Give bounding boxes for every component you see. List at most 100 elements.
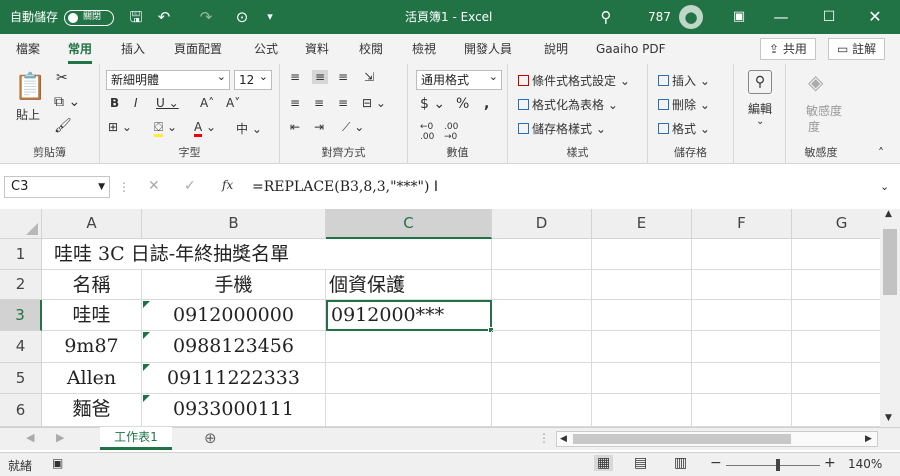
autosave-toggle[interactable]: 關閉 bbox=[64, 10, 114, 26]
number-format-select[interactable]: 通用格式 bbox=[416, 68, 502, 90]
row-header[interactable]: 3 bbox=[0, 300, 42, 331]
collapse-ribbon-icon[interactable]: ˄ bbox=[878, 146, 884, 160]
error-indicator-icon[interactable] bbox=[143, 301, 150, 308]
error-indicator-icon[interactable] bbox=[143, 395, 150, 402]
share-button[interactable]: ⇪ 共用 bbox=[760, 38, 816, 60]
paste-label[interactable]: 貼上 bbox=[16, 106, 40, 123]
cell-c2[interactable]: 個資保護 bbox=[326, 270, 492, 300]
tab-gaaiho-pdf[interactable]: Gaaiho PDF bbox=[596, 34, 665, 64]
tab-file[interactable]: 檔案 bbox=[16, 34, 40, 64]
cell-d4[interactable] bbox=[492, 331, 592, 363]
comments-button[interactable]: ▭ 註解 bbox=[828, 38, 886, 60]
conditional-formatting-button[interactable]: 條件式格式設定 ⌄ bbox=[518, 72, 630, 89]
copy-icon[interactable]: ⧉ ⌄ bbox=[54, 94, 80, 110]
cell-g2[interactable] bbox=[792, 270, 880, 300]
wrap-text-icon[interactable]: ⇲ bbox=[364, 70, 374, 84]
row-header[interactable]: 6 bbox=[0, 394, 42, 427]
add-sheet-icon[interactable]: ⊕ bbox=[204, 429, 217, 447]
column-header-b[interactable]: B bbox=[142, 209, 326, 239]
borders-icon[interactable]: ⊞ ⌄ bbox=[108, 120, 132, 134]
increase-font-button[interactable]: A˄ bbox=[200, 96, 214, 110]
formula-bar-drag-handle[interactable]: ⋮ bbox=[118, 180, 130, 194]
cell-c1[interactable] bbox=[326, 239, 492, 270]
cell-d2[interactable] bbox=[492, 270, 592, 300]
column-header-g[interactable]: G bbox=[792, 209, 880, 239]
editing-label[interactable]: 編輯 bbox=[748, 100, 772, 117]
formula-input[interactable]: =REPLACE(B3,8,3,"***") Ι bbox=[246, 176, 896, 198]
undo-icon[interactable]: ↶ bbox=[152, 0, 176, 34]
zoom-out-icon[interactable]: − bbox=[710, 455, 722, 471]
cell-e6[interactable] bbox=[592, 394, 692, 427]
merge-center-icon[interactable]: ⊟ ⌄ bbox=[362, 96, 386, 110]
sheet-tab-1[interactable]: 工作表1 bbox=[100, 427, 172, 450]
italic-button[interactable]: I bbox=[134, 96, 138, 110]
ribbon-display-icon[interactable]: ▣ bbox=[728, 0, 750, 34]
cell-d1[interactable] bbox=[492, 239, 592, 270]
cell-f4[interactable] bbox=[692, 331, 792, 363]
tab-formulas[interactable]: 公式 bbox=[254, 34, 278, 64]
cell-a1[interactable]: 哇哇 3C 日誌-年終抽獎名單 bbox=[42, 239, 289, 270]
decrease-font-button[interactable]: A˅ bbox=[226, 96, 240, 110]
align-left-icon[interactable]: ≡ bbox=[290, 96, 300, 110]
scroll-left-icon[interactable]: ◀ bbox=[560, 432, 567, 446]
align-middle-icon[interactable]: ≡ bbox=[312, 70, 329, 84]
column-header-e[interactable]: E bbox=[592, 209, 692, 239]
cell-e3[interactable] bbox=[592, 300, 692, 331]
cell-g5[interactable] bbox=[792, 363, 880, 394]
increase-decimal-icon[interactable]: ←0.00 bbox=[420, 122, 434, 142]
cell-f6[interactable] bbox=[692, 394, 792, 427]
cell-a3[interactable]: 哇哇 bbox=[42, 300, 142, 331]
avatar[interactable]: ● bbox=[679, 5, 703, 29]
zoom-in-icon[interactable]: + bbox=[824, 455, 836, 471]
macro-record-icon[interactable]: ▣ bbox=[52, 456, 63, 470]
delete-cells-button[interactable]: 刪除 ⌄ bbox=[658, 96, 710, 113]
font-color-icon[interactable]: A ⌄ bbox=[194, 120, 216, 137]
orientation-icon[interactable]: ⟋ ⌄ bbox=[342, 120, 364, 135]
cut-icon[interactable]: ✂ bbox=[56, 70, 68, 86]
scroll-up-icon[interactable]: ▲ bbox=[885, 209, 892, 219]
find-icon[interactable]: ⚲ bbox=[748, 70, 772, 94]
cell-c6[interactable] bbox=[326, 394, 492, 427]
row-header[interactable]: 1 bbox=[0, 239, 42, 270]
cell-b6[interactable]: 0933000111 bbox=[142, 394, 326, 427]
cell-g1[interactable] bbox=[792, 239, 880, 270]
align-bottom-icon[interactable]: ≡ bbox=[338, 70, 348, 84]
tab-developer[interactable]: 開發人員 bbox=[464, 34, 512, 64]
decrease-decimal-icon[interactable]: .00 →0 bbox=[444, 122, 458, 142]
insert-cells-button[interactable]: 插入 ⌄ bbox=[658, 72, 710, 89]
cell-c4[interactable] bbox=[326, 331, 492, 363]
cell-d6[interactable] bbox=[492, 394, 592, 427]
camera-icon[interactable]: ⊙ bbox=[230, 0, 254, 34]
cell-f2[interactable] bbox=[692, 270, 792, 300]
maximize-icon[interactable]: ☐ bbox=[818, 0, 840, 34]
cell-g4[interactable] bbox=[792, 331, 880, 363]
align-top-icon[interactable]: ≡ bbox=[290, 70, 300, 84]
page-break-view-icon[interactable]: ▥ bbox=[674, 455, 687, 471]
cell-a4[interactable]: 9m87 bbox=[42, 331, 142, 363]
search-icon[interactable]: ⚲ bbox=[596, 0, 616, 34]
expand-formula-bar-icon[interactable]: ⌄ bbox=[880, 180, 889, 193]
close-icon[interactable]: ✕ bbox=[864, 0, 886, 34]
customize-toolbar-icon[interactable]: ▾ bbox=[262, 0, 278, 34]
tab-page-layout[interactable]: 頁面配置 bbox=[174, 34, 222, 64]
scroll-down-icon[interactable]: ▼ bbox=[885, 413, 892, 423]
enter-icon[interactable]: ✓ bbox=[184, 178, 196, 194]
align-center-icon[interactable]: ≡ bbox=[314, 96, 324, 110]
comma-icon[interactable]: , bbox=[484, 96, 489, 112]
tab-home[interactable]: 常用 bbox=[68, 34, 93, 64]
paste-icon[interactable]: 📋 bbox=[14, 72, 46, 102]
cell-f3[interactable] bbox=[692, 300, 792, 331]
cell-c3-selected[interactable]: 0912000*** bbox=[326, 300, 492, 331]
cell-e5[interactable] bbox=[592, 363, 692, 394]
cell-e2[interactable] bbox=[592, 270, 692, 300]
cell-a6[interactable]: 麵爸 bbox=[42, 394, 142, 427]
cancel-icon[interactable]: ✕ bbox=[148, 178, 160, 194]
tab-help[interactable]: 說明 bbox=[544, 34, 568, 64]
font-size-select[interactable]: 12 bbox=[234, 68, 272, 90]
increase-indent-icon[interactable]: ⇥ bbox=[314, 120, 324, 134]
next-sheet-icon[interactable]: ▶ bbox=[56, 431, 64, 444]
phonetic-icon[interactable]: 中 ⌄ bbox=[236, 120, 262, 137]
percent-icon[interactable]: % bbox=[456, 96, 469, 112]
cell-g3[interactable] bbox=[792, 300, 880, 331]
zoom-level[interactable]: 140% bbox=[848, 457, 882, 471]
